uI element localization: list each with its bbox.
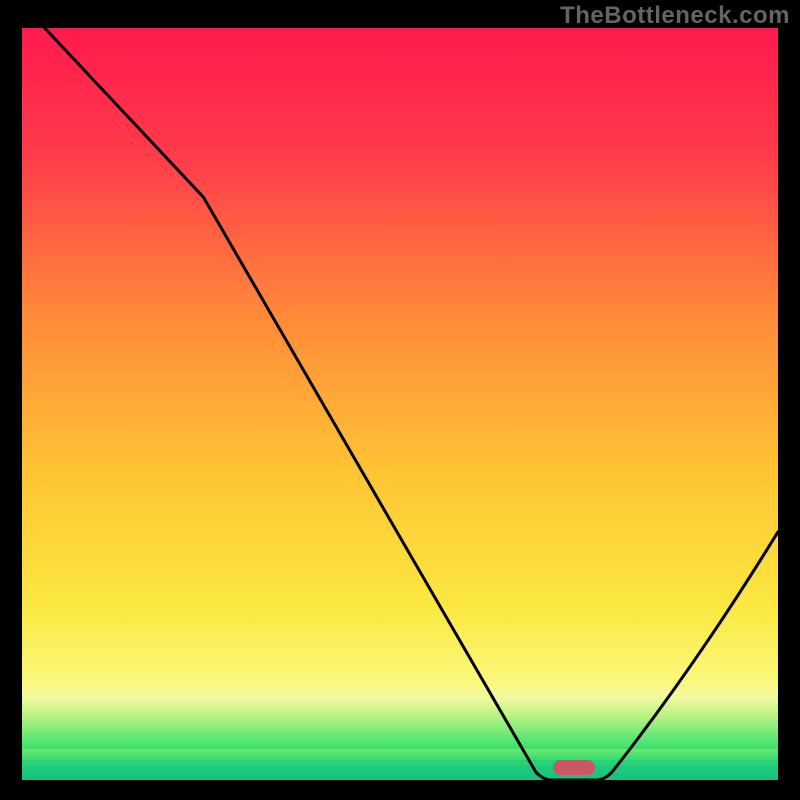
- chart-background: [22, 28, 778, 780]
- optimum-marker: [553, 760, 595, 775]
- bottleneck-chart: [22, 28, 778, 780]
- watermark-text: TheBottleneck.com: [560, 2, 790, 30]
